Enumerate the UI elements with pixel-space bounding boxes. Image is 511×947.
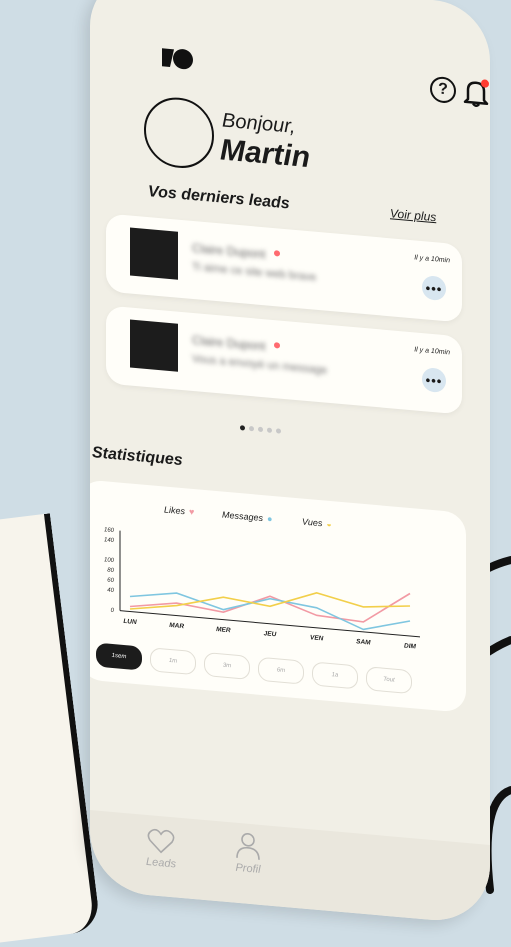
- y-tick-label: 40: [107, 588, 114, 595]
- lead-card[interactable]: Claire Dupont Ti aime ce site web brave …: [106, 213, 462, 323]
- lead-name: Claire Dupont: [192, 240, 266, 262]
- pager-dot[interactable]: [249, 425, 254, 432]
- stats-card: Likes ♥ Messages ● Vues ◒ 0 40 60 80 100 140 1…: [90, 479, 466, 713]
- filter-1a[interactable]: 1a: [312, 661, 358, 690]
- legend-messages: Messages ●: [222, 510, 272, 524]
- lead-time: Il y a 10min: [414, 346, 450, 357]
- x-tick-label: DIM: [404, 642, 416, 650]
- filter-tout[interactable]: Tout: [366, 666, 412, 695]
- pager-dot[interactable]: [276, 428, 281, 434]
- x-tick-label: VEN: [310, 634, 324, 642]
- nav-label: Leads: [146, 855, 176, 871]
- help-icon[interactable]: ?: [430, 75, 456, 105]
- filter-6m[interactable]: 6m: [258, 656, 304, 685]
- y-tick-label: 60: [107, 578, 114, 585]
- x-tick-label: MER: [216, 626, 231, 634]
- app-screen: ? Bonjour, Martin Vos derniers leads Voi…: [90, 0, 490, 925]
- pager-dot[interactable]: [258, 426, 263, 433]
- unread-dot: [274, 250, 280, 257]
- nav-label: Profil: [235, 861, 261, 876]
- nav-profile[interactable]: Profil: [234, 831, 262, 876]
- carousel-pager[interactable]: [240, 425, 281, 434]
- lead-name: Claire Dupont: [192, 332, 266, 354]
- heart-icon: [147, 828, 175, 854]
- x-tick-label: LUN: [123, 618, 137, 626]
- more-dots-icon[interactable]: •••: [422, 275, 446, 302]
- y-tick-label: 160: [104, 527, 115, 534]
- user-name: Martin: [220, 133, 310, 175]
- see-more-link[interactable]: Voir plus: [390, 206, 436, 224]
- avatar[interactable]: [144, 94, 214, 171]
- filter-1m[interactable]: 1m: [150, 647, 196, 676]
- lead-preview: Ti aime ce site web brave: [192, 260, 317, 284]
- x-tick-label: JEU: [264, 630, 277, 638]
- legend-label: Messages: [222, 509, 264, 524]
- y-tick-label: 80: [107, 568, 114, 575]
- legend-likes: Likes ♥: [164, 504, 194, 517]
- more-dots-icon[interactable]: •••: [422, 367, 446, 394]
- y-tick-label: 100: [104, 557, 115, 564]
- pager-dot[interactable]: [267, 427, 272, 433]
- lead-time: Il y a 10min: [414, 254, 450, 265]
- y-tick-label: 140: [104, 537, 115, 544]
- lead-thumbnail: [130, 319, 178, 372]
- x-tick-label: MAR: [169, 622, 184, 630]
- legend-label: Likes: [164, 504, 186, 517]
- nav-leads[interactable]: Leads: [146, 827, 176, 871]
- dot-icon: ●: [267, 513, 273, 524]
- bell-icon[interactable]: [462, 77, 490, 109]
- eye-icon: ◒: [326, 518, 332, 530]
- user-icon: [236, 832, 260, 860]
- legend-views: Vues ◒: [302, 517, 332, 530]
- stats-section-title: Statistiques: [92, 444, 183, 470]
- line-chart: 0 40 60 80 100 140 160 LUN MAR MER JEU VEN SAM DIM: [104, 527, 420, 651]
- x-tick-label: SAM: [356, 638, 371, 646]
- leads-section-title: Vos derniers leads: [148, 183, 290, 213]
- brand-logo-icon: [162, 48, 193, 70]
- lead-card[interactable]: Claire Dupont Vous a envoyé un message I…: [106, 305, 462, 415]
- lead-thumbnail: [130, 227, 178, 280]
- heart-icon: ♥: [189, 506, 195, 518]
- filter-1sem[interactable]: 1sem: [96, 642, 142, 671]
- filter-3m[interactable]: 3m: [204, 651, 250, 680]
- legend-label: Vues: [302, 516, 323, 529]
- unread-dot: [274, 342, 280, 349]
- phone-mockup: ? Bonjour, Martin Vos derniers leads Voi…: [90, 0, 490, 935]
- lead-preview: Vous a envoyé un message: [192, 352, 328, 377]
- pager-dot[interactable]: [240, 425, 245, 431]
- y-tick-label: 0: [111, 608, 115, 614]
